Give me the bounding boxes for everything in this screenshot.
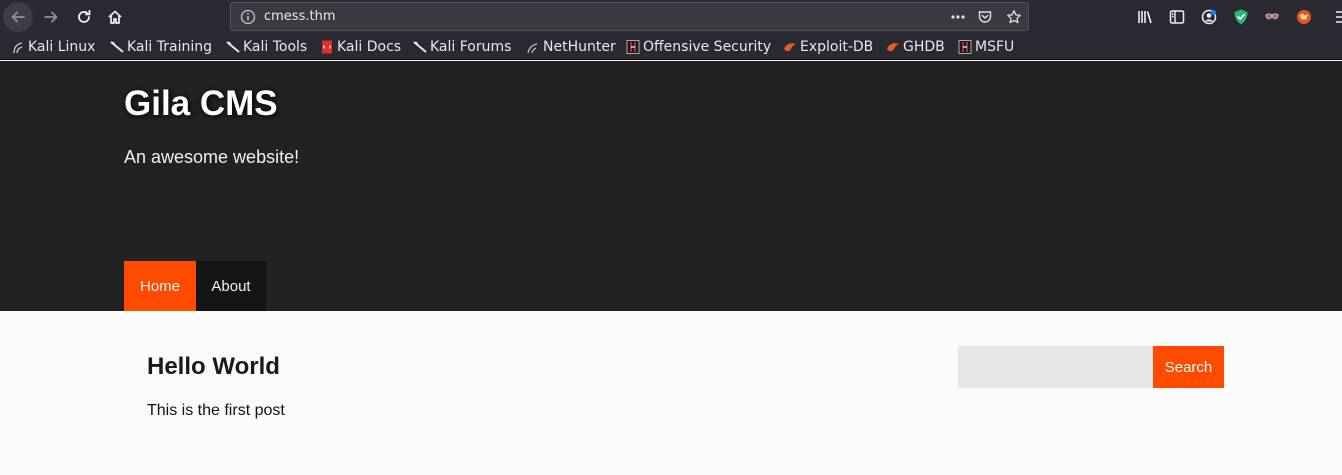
- bookmark-kali-linux[interactable]: Kali Linux: [11, 37, 95, 57]
- bookmark-msfu[interactable]: MSFU: [958, 37, 1014, 57]
- sidebar-icon[interactable]: [1168, 8, 1186, 26]
- post-title[interactable]: Hello World: [147, 353, 280, 381]
- arrow-left-icon: [11, 11, 25, 23]
- exploitdb-icon: [887, 43, 899, 52]
- search-button[interactable]: Search: [1153, 346, 1224, 388]
- offsec-icon: [626, 40, 640, 54]
- bookmark-kali-tools[interactable]: Kali Tools: [226, 37, 307, 57]
- page-actions-icon[interactable]: [950, 9, 966, 25]
- bookmark-exploit-db[interactable]: Exploit-DB: [783, 37, 873, 57]
- arrow-right-icon: [44, 11, 58, 23]
- bookmark-label: Exploit-DB: [800, 39, 874, 55]
- kali-dragon-icon: [413, 41, 427, 53]
- bookmark-ghdb[interactable]: GHDB: [886, 37, 945, 57]
- kali-dragon-icon: [13, 42, 23, 54]
- bookmark-label: GHDB: [903, 39, 945, 55]
- reload-icon: [78, 9, 91, 23]
- nethunter-icon: [527, 43, 538, 54]
- kali-dragon-icon: [110, 41, 124, 53]
- bookmark-nethunter[interactable]: NetHunter: [526, 37, 616, 57]
- bookmark-kali-training[interactable]: Kali Training: [110, 37, 212, 57]
- kali-dragon-icon: [226, 41, 240, 53]
- bookmark-offensive-security[interactable]: Offensive Security: [626, 37, 771, 57]
- kali-docs-icon: [322, 40, 332, 54]
- bookmark-star-icon[interactable]: [1006, 9, 1022, 25]
- bookmark-kali-forums[interactable]: Kali Forums: [413, 37, 511, 57]
- url-bar[interactable]: cmess.thm: [230, 2, 1029, 31]
- forward-button[interactable]: [36, 2, 66, 32]
- bookmark-label: NetHunter: [543, 39, 616, 55]
- mask-extension-icon[interactable]: [1263, 8, 1281, 26]
- home-icon: [108, 10, 122, 24]
- search-input[interactable]: [958, 346, 1153, 388]
- home-button[interactable]: [100, 2, 130, 32]
- foxy-extension-icon[interactable]: [1295, 8, 1313, 26]
- nav-about-link[interactable]: About: [196, 261, 266, 311]
- bookmark-label: Offensive Security: [643, 39, 772, 55]
- ublock-shield-icon[interactable]: [1232, 8, 1250, 26]
- exploitdb-icon: [784, 43, 796, 52]
- back-button[interactable]: [3, 2, 33, 32]
- pocket-icon[interactable]: [977, 9, 993, 25]
- bookmark-label: Kali Docs: [337, 39, 402, 55]
- bookmark-label: Kali Training: [127, 39, 212, 55]
- site-title[interactable]: Gila CMS: [124, 84, 278, 124]
- bookmark-label: Kali Linux: [28, 39, 96, 55]
- account-sync-icon[interactable]: [1200, 8, 1218, 26]
- hamburger-menu-icon[interactable]: [1334, 8, 1342, 26]
- reload-button[interactable]: [69, 2, 99, 32]
- browser-toolbar: cmess.thm: [0, 0, 1342, 35]
- info-icon[interactable]: [240, 9, 256, 25]
- nav-home-link[interactable]: Home: [124, 261, 196, 311]
- main-content: [0, 311, 1342, 475]
- bookmark-kali-docs[interactable]: Kali Docs: [320, 37, 401, 57]
- bookmark-label: Kali Tools: [243, 39, 308, 55]
- post-body: This is the first post: [147, 402, 285, 419]
- offsec-icon: [958, 40, 972, 54]
- library-icon[interactable]: [1136, 8, 1154, 26]
- bookmark-label: Kali Forums: [430, 39, 512, 55]
- site-tagline: An awesome website!: [124, 147, 300, 167]
- bookmark-label: MSFU: [975, 39, 1015, 55]
- url-text[interactable]: cmess.thm: [264, 9, 336, 24]
